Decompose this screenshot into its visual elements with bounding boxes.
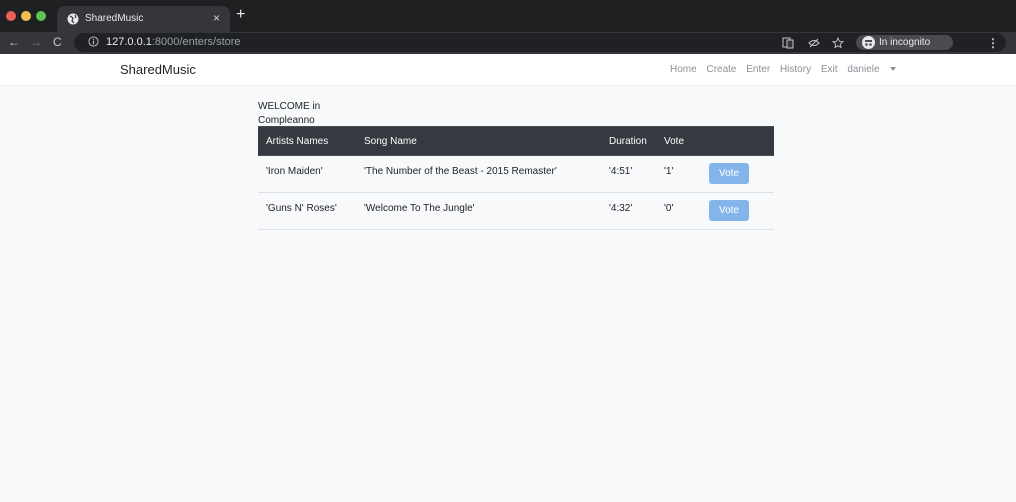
nav-links: Home Create Enter History Exit daniele bbox=[670, 64, 903, 75]
close-window-button[interactable] bbox=[6, 11, 16, 21]
incognito-label: In incognito bbox=[879, 37, 931, 48]
header-song: Song Name bbox=[356, 126, 601, 156]
header-action bbox=[704, 126, 774, 156]
header-vote: Vote bbox=[656, 126, 704, 156]
vote-count-cell: '1' bbox=[656, 155, 704, 193]
nav-link-create[interactable]: Create bbox=[706, 64, 736, 75]
tab-title: SharedMusic bbox=[85, 13, 144, 24]
nav-link-enter[interactable]: Enter bbox=[746, 64, 770, 75]
url-host: 127.0.0.1 bbox=[106, 36, 152, 48]
nav-link-exit[interactable]: Exit bbox=[821, 64, 838, 75]
table-header-row: Artists Names Song Name Duration Vote bbox=[258, 126, 774, 156]
artist-cell: 'Iron Maiden' bbox=[258, 155, 356, 193]
back-button[interactable]: ← bbox=[8, 35, 20, 49]
song-cell: 'The Number of the Beast - 2015 Remaster… bbox=[356, 155, 601, 193]
brand-logo[interactable]: SharedMusic bbox=[120, 62, 196, 77]
forward-button[interactable]: → bbox=[30, 35, 42, 49]
url-path: :8000/enters/store bbox=[151, 36, 241, 48]
incognito-icon bbox=[862, 36, 875, 49]
translate-icon[interactable] bbox=[782, 37, 794, 49]
browser-tab-strip: SharedMusic × + bbox=[0, 0, 1016, 32]
info-icon[interactable] bbox=[88, 36, 99, 47]
song-cell: 'Welcome To The Jungle' bbox=[356, 192, 601, 230]
globe-icon bbox=[67, 13, 79, 25]
artist-cell: 'Guns N' Roses' bbox=[258, 192, 356, 230]
songs-table: Artists Names Song Name Duration Vote 'I… bbox=[258, 126, 774, 230]
header-duration: Duration bbox=[601, 126, 656, 156]
duration-cell: '4:32' bbox=[601, 192, 656, 230]
vote-button[interactable]: Vote bbox=[709, 200, 749, 221]
address-bar-actions: In incognito ⋮ bbox=[782, 35, 999, 50]
header-artists: Artists Names bbox=[258, 126, 356, 156]
table-row: 'Iron Maiden' 'The Number of the Beast -… bbox=[258, 155, 774, 193]
url-text[interactable]: 127.0.0.1:8000/enters/store bbox=[106, 36, 241, 48]
user-name: daniele bbox=[847, 64, 880, 75]
tab-close-icon[interactable]: × bbox=[213, 11, 220, 25]
duration-cell: '4:51' bbox=[601, 155, 656, 193]
action-cell: Vote bbox=[704, 155, 774, 193]
vote-button[interactable]: Vote bbox=[709, 163, 749, 184]
incognito-badge[interactable]: In incognito bbox=[856, 35, 953, 50]
app-navbar: SharedMusic Home Create Enter History Ex… bbox=[0, 54, 1016, 86]
new-tab-button[interactable]: + bbox=[236, 7, 245, 23]
user-dropdown[interactable]: daniele bbox=[847, 64, 896, 75]
star-icon[interactable] bbox=[832, 37, 844, 49]
browser-tab[interactable]: SharedMusic × bbox=[57, 6, 230, 32]
chevron-down-icon bbox=[889, 67, 896, 72]
nav-link-home[interactable]: Home bbox=[670, 64, 697, 75]
table-row: 'Guns N' Roses' 'Welcome To The Jungle' … bbox=[258, 192, 774, 230]
welcome-heading: WELCOME in Compleanno bbox=[258, 101, 321, 126]
reload-button[interactable]: C bbox=[53, 35, 62, 49]
maximize-window-button[interactable] bbox=[36, 11, 46, 21]
browser-menu-icon[interactable]: ⋮ bbox=[987, 36, 999, 50]
vote-count-cell: '0' bbox=[656, 192, 704, 230]
eye-off-icon[interactable] bbox=[808, 37, 820, 49]
browser-toolbar: ← → C 127.0.0.1:8000/enters/store In inc… bbox=[0, 32, 1016, 54]
address-bar[interactable]: 127.0.0.1:8000/enters/store In incognito… bbox=[74, 33, 1006, 52]
action-cell: Vote bbox=[704, 192, 774, 230]
minimize-window-button[interactable] bbox=[21, 11, 31, 21]
nav-link-history[interactable]: History bbox=[780, 64, 811, 75]
